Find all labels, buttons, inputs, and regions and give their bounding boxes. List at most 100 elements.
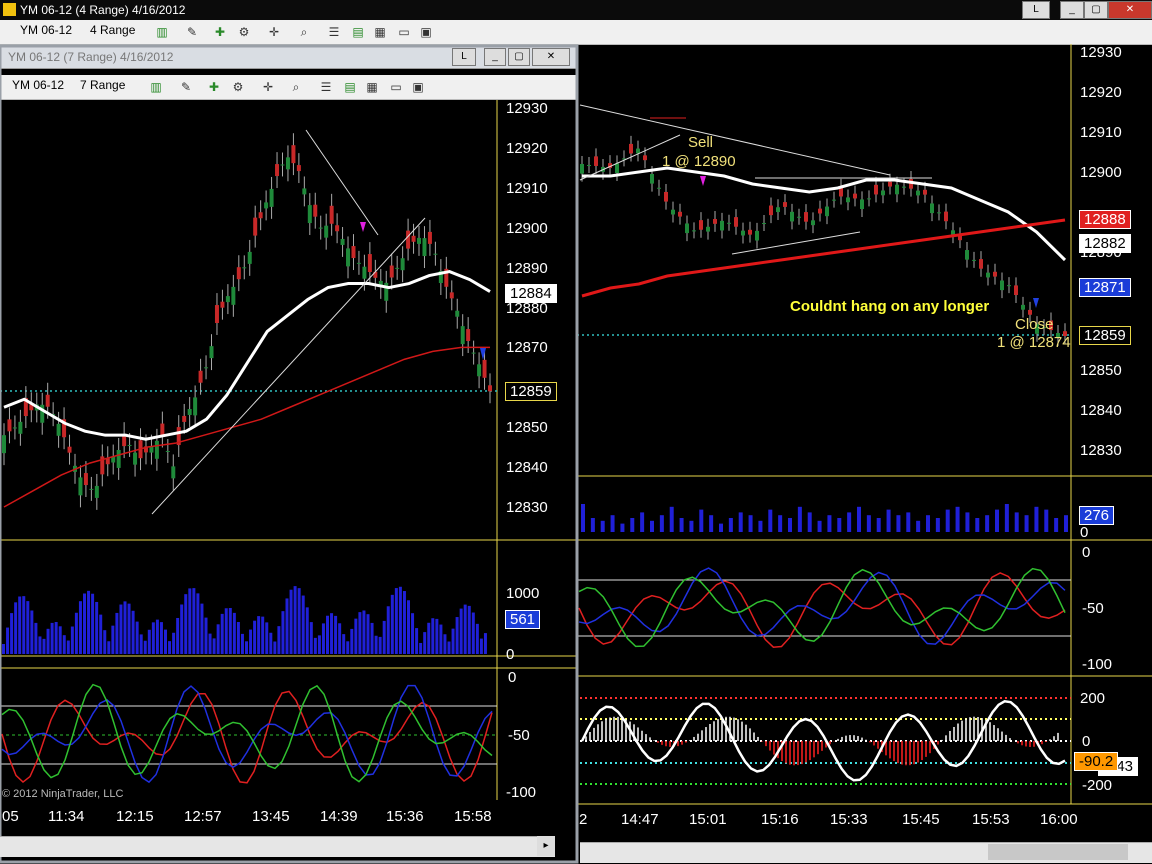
candle-body [594, 156, 598, 166]
volume-bar [334, 615, 338, 654]
right-xtick: 15:16 [761, 811, 799, 828]
right-stoch-tick: -100 [1082, 656, 1113, 673]
volume-bar [857, 506, 861, 532]
candle-body [657, 187, 661, 189]
close-price-label: 1 @ 12874 [997, 334, 1071, 351]
candle-body [944, 211, 948, 222]
candle-body [741, 230, 745, 236]
volume-bar [58, 626, 62, 654]
left-scrollbar[interactable] [0, 836, 555, 857]
volume-bar [192, 588, 196, 654]
volume-bar [689, 520, 694, 532]
volume-bar [447, 641, 451, 654]
volume-bar [600, 520, 605, 532]
candle-body [629, 143, 633, 154]
volume-bar [374, 635, 378, 654]
volume-bar [866, 515, 871, 532]
volume-bar [394, 588, 398, 654]
candle-body [643, 155, 647, 161]
volume-bar [719, 523, 723, 532]
volume-bar [87, 590, 91, 654]
candle-body [427, 231, 432, 244]
candle-body [18, 421, 23, 434]
left-stoch-tick: -100 [506, 784, 537, 801]
volume-bar [945, 509, 950, 532]
candle-body [1014, 285, 1018, 296]
volume-bar [6, 627, 10, 654]
volume-bar [926, 515, 930, 532]
volume-bar [70, 626, 74, 654]
charts-svg[interactable] [0, 0, 1152, 864]
volume-bar [975, 518, 980, 532]
candle-body [720, 220, 724, 231]
candle-body [187, 408, 192, 415]
volume-bar [22, 596, 26, 654]
left-stoch-tick: 0 [508, 669, 517, 686]
candle-body [685, 223, 689, 234]
left-ytick: 12840 [506, 459, 548, 476]
candle-body [318, 227, 323, 229]
volume-bar [236, 621, 240, 654]
candle-body [888, 181, 892, 187]
candle-body [895, 184, 899, 195]
candle-body [417, 237, 422, 244]
candle-body [755, 230, 759, 241]
volume-bar [415, 628, 419, 654]
candle-body [258, 212, 263, 219]
candle-body [762, 223, 766, 225]
volume-bar [26, 601, 30, 654]
volume-bar [807, 512, 812, 532]
volume-bar [228, 607, 232, 654]
volume-bar [216, 624, 220, 654]
right-scrollbar-thumb[interactable] [988, 844, 1128, 860]
right-xtick: 15:45 [902, 811, 940, 828]
left-scrollbar-right-button[interactable]: ▸ [537, 836, 555, 856]
right-cci-tick: 200 [1080, 690, 1106, 707]
sell-label: Sell [688, 134, 714, 151]
volume-bar [168, 641, 172, 654]
candle-body [242, 267, 247, 269]
volume-bar [78, 601, 82, 654]
candle-body [236, 267, 241, 280]
candle-body [324, 225, 329, 238]
candle-body [225, 296, 230, 303]
volume-bar [309, 622, 313, 654]
left-xtick: 05 [2, 808, 19, 825]
volume-bar [659, 515, 664, 532]
volume-bar [423, 632, 427, 654]
candle-body [56, 423, 61, 436]
candle-body [275, 164, 280, 177]
candle-body [231, 286, 236, 305]
volume-bar [650, 520, 654, 532]
volume-bar [204, 617, 208, 654]
candle-body [790, 211, 794, 222]
volume-bar [159, 622, 163, 654]
left-xtick: 15:36 [386, 808, 424, 825]
volume-bar [261, 616, 265, 654]
candle-body [804, 212, 808, 222]
candle-body [972, 259, 976, 261]
candle-body [89, 488, 94, 490]
volume-bar [123, 601, 127, 654]
series-ma_red [581, 218, 1066, 298]
candle-body [636, 148, 640, 154]
volume-bar [435, 618, 439, 654]
sell-arrow [700, 176, 706, 186]
volume-bar [111, 625, 115, 654]
volume-bar [817, 520, 822, 532]
candle-body [797, 216, 801, 218]
volume-bar [640, 512, 645, 532]
candle-body [395, 267, 400, 269]
volume-bar [679, 518, 684, 532]
left-price-badge-last: 12859 [505, 382, 557, 401]
candle-body [706, 226, 710, 232]
volume-bar [346, 641, 350, 654]
volume-bar [459, 608, 463, 654]
candle-body [94, 485, 99, 498]
right-ytick: 12840 [1080, 402, 1122, 419]
volume-bar [176, 617, 180, 654]
volume-bar [419, 642, 423, 654]
candle-body [160, 423, 165, 436]
volume-bar [728, 518, 733, 532]
volume-bar [107, 641, 111, 654]
